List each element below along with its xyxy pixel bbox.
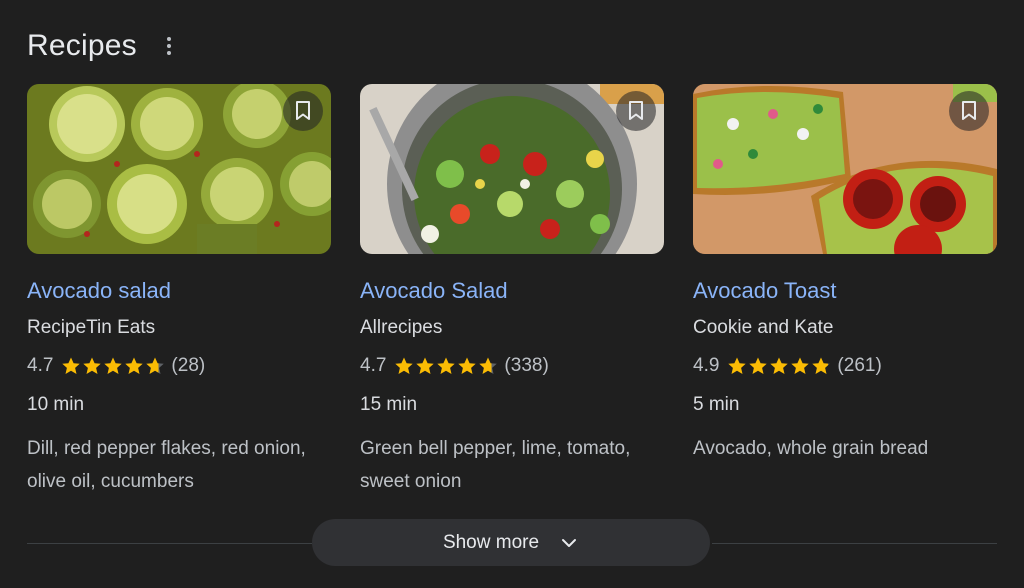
star-icon <box>812 357 831 374</box>
recipe-title-link[interactable]: Avocado salad <box>27 278 331 304</box>
cook-time: 15 min <box>360 394 418 415</box>
star-icon <box>125 357 144 374</box>
cook-time: 10 min <box>27 394 85 415</box>
rating-value: 4.9 <box>693 355 720 376</box>
show-more-button[interactable]: Show more <box>312 519 710 566</box>
star-icon <box>791 357 810 374</box>
star-rating <box>394 356 498 376</box>
bookmark-button[interactable] <box>616 91 656 131</box>
recipe-title-link[interactable]: Avocado Toast <box>693 278 997 304</box>
star-rating <box>61 356 165 376</box>
section-title: Recipes <box>27 29 137 62</box>
ingredients: Avocado, whole grain bread <box>693 438 929 459</box>
review-count: (261) <box>837 355 882 376</box>
section-header: Recipes <box>27 26 179 66</box>
show-more-label: Show more <box>442 531 540 553</box>
star-rating <box>727 356 831 376</box>
star-icon <box>458 357 477 374</box>
star-icon <box>146 357 165 374</box>
recipe-thumbnail[interactable] <box>693 84 997 254</box>
ingredients: Green bell pepper, lime, tomato, sweet o… <box>360 438 631 492</box>
chevron-down-icon <box>562 538 577 547</box>
recipe-source: Allrecipes <box>360 317 443 338</box>
star-icon <box>62 357 81 374</box>
recipe-card: Avocado Toast Cookie and Kate 4.9 (261) … <box>693 84 997 498</box>
star-icon <box>770 357 789 374</box>
star-icon <box>83 357 102 374</box>
rating-row: 4.7 (28) <box>27 355 331 377</box>
review-count: (28) <box>171 355 206 376</box>
ingredients: Dill, red pepper flakes, red onion, oliv… <box>27 438 306 492</box>
bookmark-icon <box>296 101 310 120</box>
bookmark-icon <box>629 101 643 120</box>
recipe-card: Avocado Salad Allrecipes 4.7 (338) 15 mi… <box>360 84 664 498</box>
divider <box>27 543 312 544</box>
rating-value: 4.7 <box>360 355 387 376</box>
star-icon <box>728 357 747 374</box>
rating-value: 4.7 <box>27 355 54 376</box>
bookmark-button[interactable] <box>283 91 323 131</box>
star-icon <box>437 357 456 374</box>
star-icon <box>416 357 435 374</box>
divider <box>712 543 997 544</box>
recipe-cards: Avocado salad RecipeTin Eats 4.7 (28) 10… <box>27 84 997 498</box>
star-icon <box>395 357 414 374</box>
star-icon <box>749 357 768 374</box>
rating-row: 4.7 (338) <box>360 355 664 377</box>
more-vert-icon[interactable] <box>159 31 179 61</box>
recipe-thumbnail[interactable] <box>360 84 664 254</box>
bookmark-button[interactable] <box>949 91 989 131</box>
recipe-source: Cookie and Kate <box>693 317 834 338</box>
cook-time: 5 min <box>693 394 740 415</box>
recipe-thumbnail[interactable] <box>27 84 331 254</box>
bookmark-icon <box>962 101 976 120</box>
recipe-card: Avocado salad RecipeTin Eats 4.7 (28) 10… <box>27 84 331 498</box>
recipe-source: RecipeTin Eats <box>27 317 156 338</box>
rating-row: 4.9 (261) <box>693 355 997 377</box>
star-icon <box>104 357 123 374</box>
recipe-title-link[interactable]: Avocado Salad <box>360 278 664 304</box>
review-count: (338) <box>504 355 549 376</box>
star-icon <box>479 357 498 374</box>
